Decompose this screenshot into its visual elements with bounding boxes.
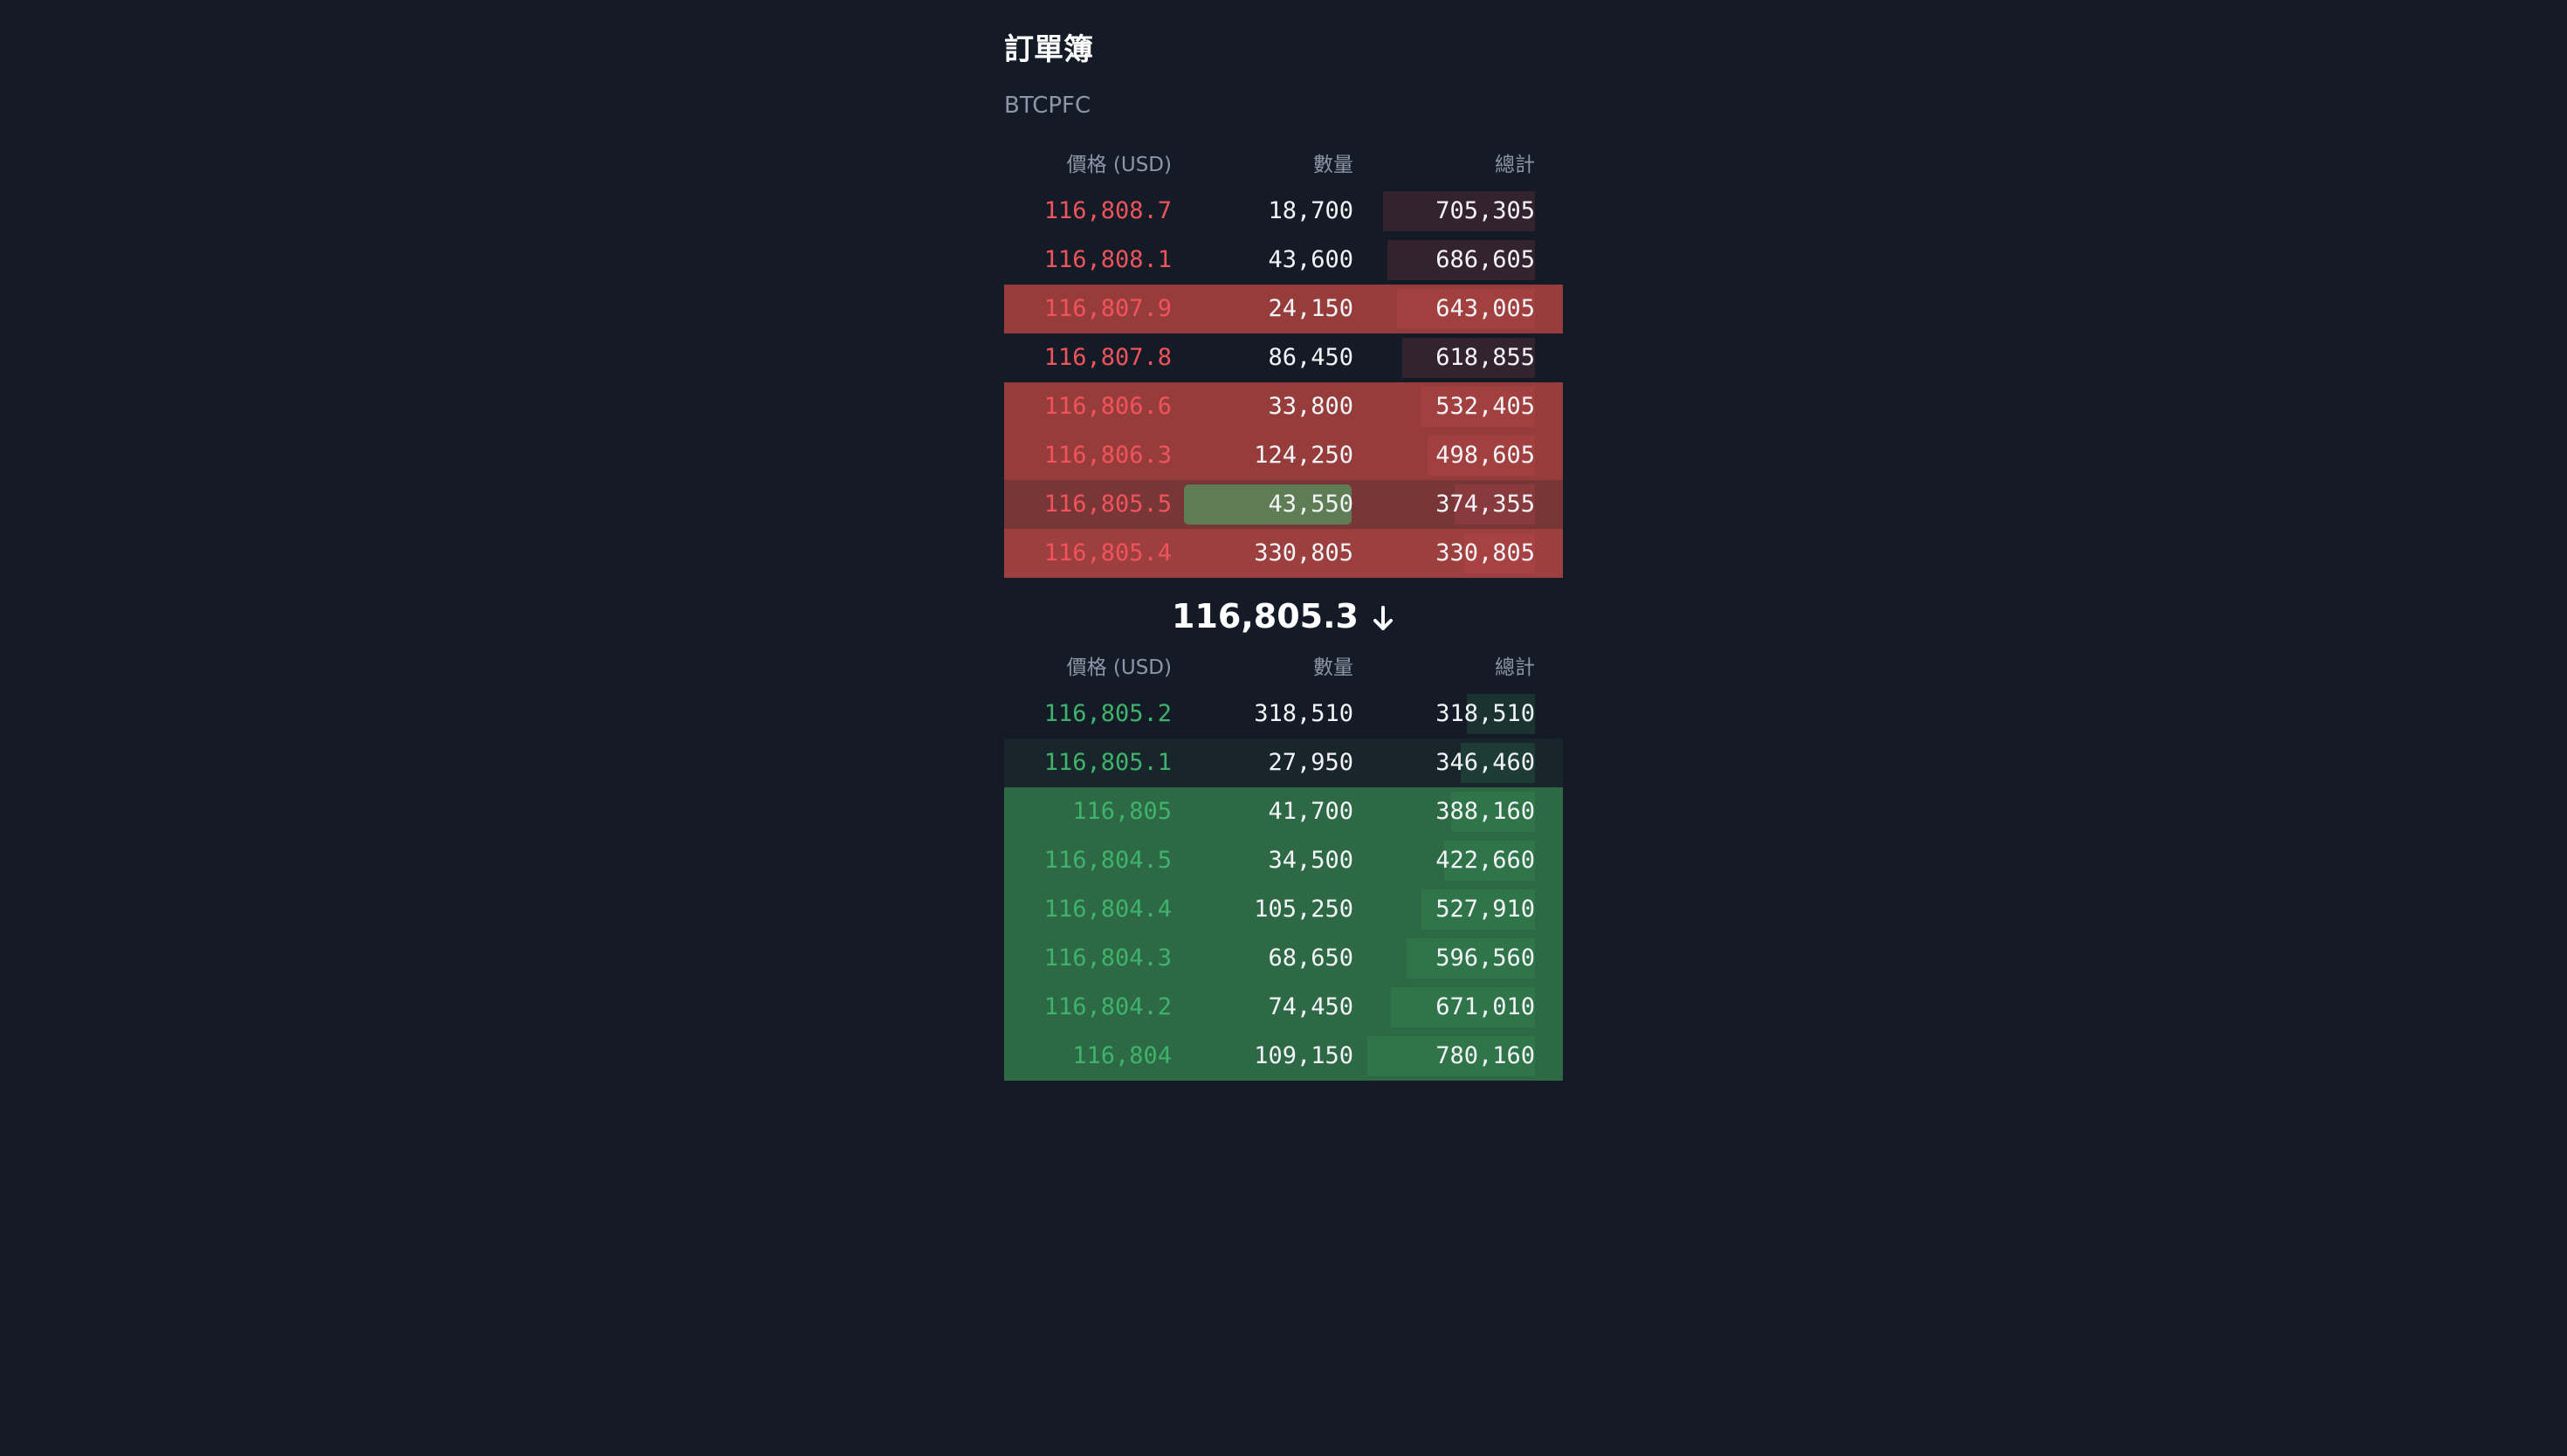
ask-size: 18,700 — [1268, 197, 1353, 224]
bid-size: 34,500 — [1268, 847, 1353, 874]
bid-price: 116,805.1 — [1043, 749, 1172, 776]
ask-price: 116,808.1 — [1043, 246, 1172, 273]
total-column-header: 總計 — [1495, 154, 1535, 176]
ask-row[interactable]: 116,807.9 24,150 643,005 — [1004, 285, 1563, 333]
ask-row[interactable]: 116,807.8 86,450 618,855 — [1004, 333, 1563, 382]
ask-price: 116,807.8 — [1043, 344, 1172, 371]
ask-size: 33,800 — [1268, 393, 1353, 420]
ask-size: 43,550 — [1268, 491, 1353, 518]
bid-price: 116,804.5 — [1043, 847, 1172, 874]
ask-price: 116,806.3 — [1043, 442, 1172, 469]
bid-total: 388,160 — [1435, 798, 1535, 825]
ask-price: 116,805.5 — [1043, 491, 1172, 518]
total-column-header: 總計 — [1495, 656, 1535, 679]
ask-size: 124,250 — [1254, 442, 1353, 469]
bid-size: 318,510 — [1254, 700, 1353, 727]
bid-price: 116,804 — [1072, 1042, 1172, 1069]
bid-size: 68,650 — [1268, 944, 1353, 972]
ask-row[interactable]: 116,808.7 18,700 705,305 — [1004, 187, 1563, 236]
ask-row[interactable]: 116,806.3 124,250 498,605 — [1004, 431, 1563, 480]
bid-size: 109,150 — [1254, 1042, 1353, 1069]
bid-row[interactable]: 116,805.2 318,510 318,510 — [1004, 690, 1563, 738]
price-column-header: 價格 (USD) — [1066, 154, 1172, 176]
ask-total: 498,605 — [1435, 442, 1535, 469]
ask-total: 618,855 — [1435, 344, 1535, 371]
bid-price: 116,804.4 — [1043, 896, 1172, 923]
asks-column-header: 價格 (USD) 數量 總計 — [1004, 149, 1563, 181]
bid-row[interactable]: 116,804 109,150 780,160 — [1004, 1032, 1563, 1081]
ask-total: 643,005 — [1435, 295, 1535, 322]
bid-price: 116,805.2 — [1043, 700, 1172, 727]
ask-row[interactable]: 116,806.6 33,800 532,405 — [1004, 382, 1563, 431]
ask-total: 686,605 — [1435, 246, 1535, 273]
ask-total: 532,405 — [1435, 393, 1535, 420]
ask-size: 330,805 — [1254, 539, 1353, 567]
ask-price: 116,805.4 — [1043, 539, 1172, 567]
ask-size: 24,150 — [1268, 295, 1353, 322]
last-price: 116,805.3 — [1004, 594, 1563, 639]
bid-row[interactable]: 116,804.3 68,650 596,560 — [1004, 934, 1563, 983]
price-column-header: 價格 (USD) — [1066, 656, 1172, 679]
bid-size: 41,700 — [1268, 798, 1353, 825]
ask-row[interactable]: 116,805.5 43,550 374,355 — [1004, 480, 1563, 529]
symbol-label: BTCPFC — [1004, 93, 1091, 119]
arrow-down-icon — [1371, 594, 1395, 639]
order-book-title: 訂單簿 — [1004, 32, 1093, 67]
bid-price: 116,804.2 — [1043, 993, 1172, 1020]
ask-row[interactable]: 116,808.1 43,600 686,605 — [1004, 236, 1563, 285]
ask-size: 86,450 — [1268, 344, 1353, 371]
ask-price: 116,806.6 — [1043, 393, 1172, 420]
bid-price: 116,804.3 — [1043, 944, 1172, 972]
size-column-header: 數量 — [1313, 154, 1353, 176]
bids-column-header: 價格 (USD) 數量 總計 — [1004, 652, 1563, 683]
last-price-value: 116,805.3 — [1172, 597, 1359, 635]
ask-price: 116,807.9 — [1043, 295, 1172, 322]
size-column-header: 數量 — [1313, 656, 1353, 679]
bid-row[interactable]: 116,804.2 74,450 671,010 — [1004, 983, 1563, 1032]
ask-size: 43,600 — [1268, 246, 1353, 273]
bid-row[interactable]: 116,805 41,700 388,160 — [1004, 787, 1563, 836]
bid-total: 596,560 — [1435, 944, 1535, 972]
bid-total: 671,010 — [1435, 993, 1535, 1020]
bid-size: 27,950 — [1268, 749, 1353, 776]
ask-price: 116,808.7 — [1043, 197, 1172, 224]
bid-total: 318,510 — [1435, 700, 1535, 727]
ask-total: 330,805 — [1435, 539, 1535, 567]
ask-total: 705,305 — [1435, 197, 1535, 224]
bid-size: 105,250 — [1254, 896, 1353, 923]
bid-total: 780,160 — [1435, 1042, 1535, 1069]
bid-price: 116,805 — [1072, 798, 1172, 825]
bid-total: 346,460 — [1435, 749, 1535, 776]
ask-row[interactable]: 116,805.4 330,805 330,805 — [1004, 529, 1563, 578]
bid-total: 422,660 — [1435, 847, 1535, 874]
ask-total: 374,355 — [1435, 491, 1535, 518]
bid-row[interactable]: 116,804.4 105,250 527,910 — [1004, 885, 1563, 934]
bid-total: 527,910 — [1435, 896, 1535, 923]
bid-row[interactable]: 116,805.1 27,950 346,460 — [1004, 738, 1563, 787]
bid-row[interactable]: 116,804.5 34,500 422,660 — [1004, 836, 1563, 885]
bid-size: 74,450 — [1268, 993, 1353, 1020]
